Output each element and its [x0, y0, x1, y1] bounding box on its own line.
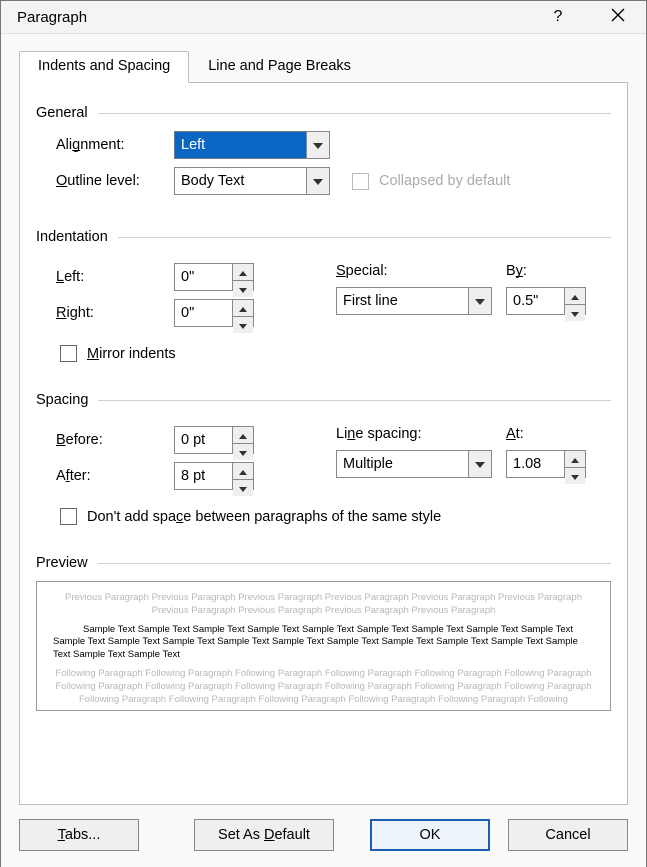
- help-button[interactable]: ?: [540, 1, 576, 33]
- special-dropdown-button[interactable]: [468, 287, 492, 315]
- chevron-down-icon: [475, 456, 485, 472]
- caret-down-icon: [239, 317, 247, 333]
- titlebar: Paragraph ?: [1, 1, 646, 34]
- chevron-down-icon: [475, 293, 485, 309]
- indent-left-label: Left:: [56, 269, 174, 285]
- cancel-label: Cancel: [545, 827, 590, 843]
- alignment-dropdown-button[interactable]: [306, 131, 330, 159]
- indent-left-input[interactable]: [174, 263, 232, 291]
- caret-down-icon: [239, 444, 247, 460]
- outline-input[interactable]: [174, 167, 306, 195]
- after-spinner[interactable]: [174, 462, 254, 490]
- section-preview: Preview: [36, 555, 88, 571]
- no-space-checkbox[interactable]: [60, 508, 77, 525]
- collapsed-checkbox: [352, 173, 369, 190]
- window-title: Paragraph: [17, 9, 87, 26]
- preview-sample: Sample Text Sample Text Sample Text Samp…: [53, 624, 594, 662]
- section-general: General: [36, 105, 88, 121]
- no-space-label: Don't add space between paragraphs of th…: [87, 509, 441, 525]
- at-spinner[interactable]: [506, 450, 586, 478]
- tab-line-page-breaks[interactable]: Line and Page Breaks: [189, 51, 370, 83]
- tabs-button[interactable]: Tabs...: [19, 819, 139, 851]
- before-up[interactable]: [233, 427, 253, 443]
- by-label: By:: [506, 263, 562, 279]
- mirror-indents-checkbox[interactable]: [60, 345, 77, 362]
- chevron-down-icon: [313, 173, 323, 189]
- indent-left-down[interactable]: [233, 280, 253, 297]
- tab-indents-spacing[interactable]: Indents and Spacing: [19, 51, 189, 83]
- caret-up-icon: [571, 288, 579, 304]
- indent-right-down[interactable]: [233, 316, 253, 333]
- after-down[interactable]: [233, 479, 253, 496]
- mirror-indents-label: Mirror indents: [87, 346, 176, 362]
- at-label: At:: [506, 426, 562, 442]
- section-spacing: Spacing: [36, 392, 88, 408]
- indent-left-spinner[interactable]: [174, 263, 254, 291]
- at-up[interactable]: [565, 451, 585, 467]
- caret-down-icon: [571, 468, 579, 484]
- outline-label: Outline level:: [56, 173, 174, 189]
- special-label: Special:: [336, 263, 506, 279]
- line-spacing-combo[interactable]: [336, 450, 492, 478]
- set-as-default-button[interactable]: Set As Default: [194, 819, 334, 851]
- caret-down-icon: [239, 281, 247, 297]
- by-input[interactable]: [506, 287, 564, 315]
- chevron-down-icon: [313, 137, 323, 153]
- outline-combo[interactable]: [174, 167, 330, 195]
- before-spinner[interactable]: [174, 426, 254, 454]
- by-up[interactable]: [565, 288, 585, 304]
- caret-up-icon: [571, 451, 579, 467]
- tab-label: Indents and Spacing: [38, 58, 170, 74]
- special-input[interactable]: [336, 287, 468, 315]
- close-icon: [611, 8, 625, 27]
- ok-label: OK: [420, 827, 441, 843]
- cancel-button[interactable]: Cancel: [508, 819, 628, 851]
- before-label: Before:: [56, 432, 174, 448]
- collapsed-label: Collapsed by default: [379, 173, 510, 189]
- at-input[interactable]: [506, 450, 564, 478]
- by-down[interactable]: [565, 304, 585, 321]
- indent-right-label: Right:: [56, 305, 174, 321]
- before-down[interactable]: [233, 443, 253, 460]
- paragraph-dialog: Paragraph ? Indents and Spacing Line and…: [0, 0, 647, 867]
- line-spacing-dropdown-button[interactable]: [468, 450, 492, 478]
- caret-down-icon: [571, 305, 579, 321]
- caret-up-icon: [239, 300, 247, 316]
- tabstrip: Indents and Spacing Line and Page Breaks: [19, 50, 628, 83]
- outline-dropdown-button[interactable]: [306, 167, 330, 195]
- alignment-label: Alignment:: [56, 137, 174, 153]
- after-label: After:: [56, 468, 174, 484]
- caret-up-icon: [239, 463, 247, 479]
- caret-down-icon: [239, 480, 247, 496]
- caret-up-icon: [239, 427, 247, 443]
- special-combo[interactable]: [336, 287, 492, 315]
- preview-previous: Previous Paragraph Previous Paragraph Pr…: [53, 592, 594, 618]
- alignment-input[interactable]: [174, 131, 306, 159]
- before-input[interactable]: [174, 426, 232, 454]
- by-spinner[interactable]: [506, 287, 586, 315]
- section-indentation: Indentation: [36, 229, 108, 245]
- ok-button[interactable]: OK: [370, 819, 490, 851]
- indent-right-up[interactable]: [233, 300, 253, 316]
- indent-right-spinner[interactable]: [174, 299, 254, 327]
- tab-label: Line and Page Breaks: [208, 58, 351, 74]
- alignment-combo[interactable]: [174, 131, 330, 159]
- at-down[interactable]: [565, 467, 585, 484]
- line-spacing-input[interactable]: [336, 450, 468, 478]
- close-button[interactable]: [600, 1, 636, 33]
- indent-left-up[interactable]: [233, 264, 253, 280]
- caret-up-icon: [239, 264, 247, 280]
- preview-box: Previous Paragraph Previous Paragraph Pr…: [36, 581, 611, 711]
- line-spacing-label: Line spacing:: [336, 426, 506, 442]
- after-input[interactable]: [174, 462, 232, 490]
- preview-following: Following Paragraph Following Paragraph …: [53, 668, 594, 706]
- indent-right-input[interactable]: [174, 299, 232, 327]
- after-up[interactable]: [233, 463, 253, 479]
